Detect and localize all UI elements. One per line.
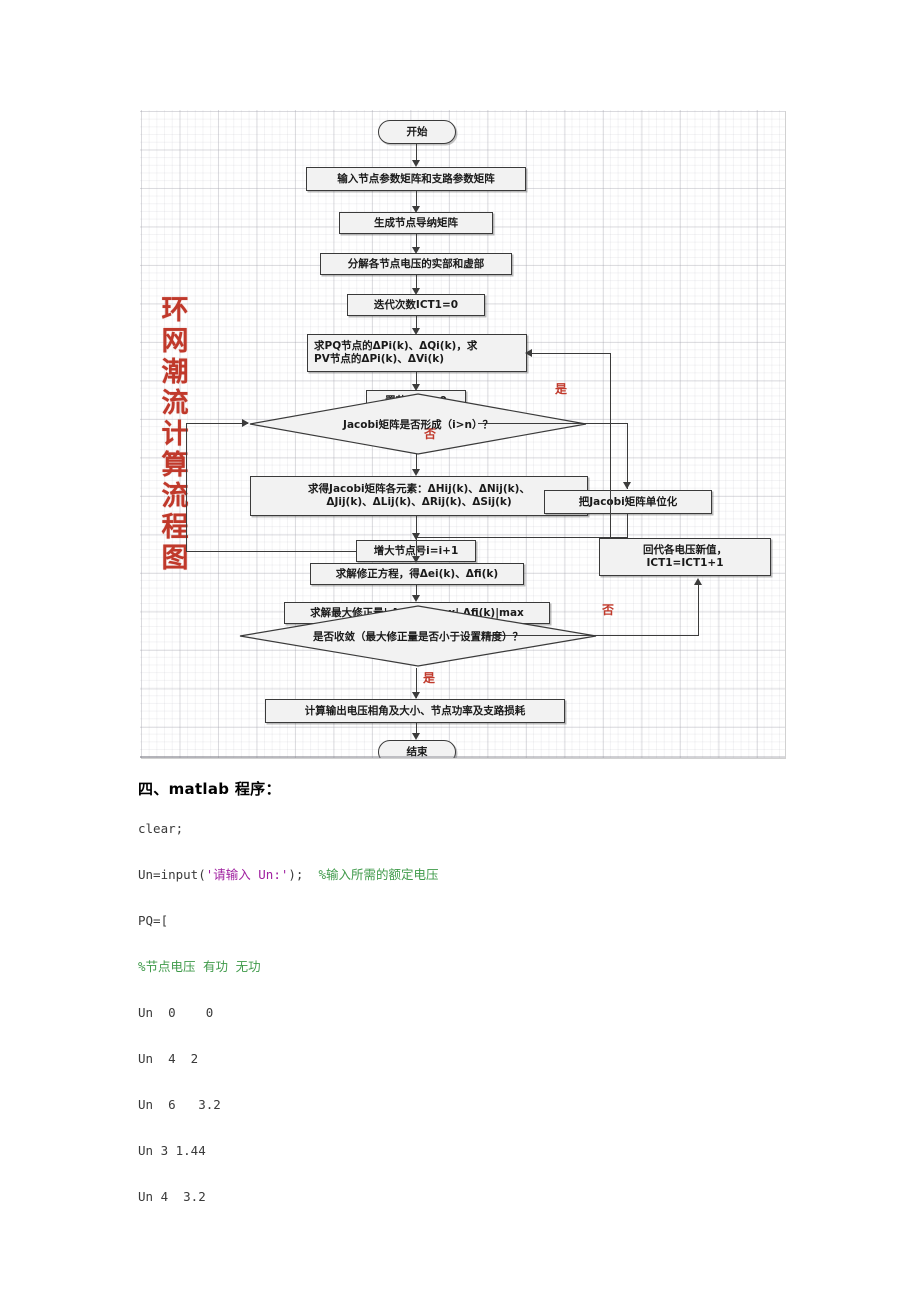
connector-incnode-left (186, 551, 356, 553)
code-line-clear: clear; (138, 821, 184, 836)
node-admittance-matrix: 生成节点导纳矩阵 (339, 212, 493, 234)
connector-loop-up (186, 424, 188, 552)
connector-loop-into-diamond (186, 423, 248, 425)
node-back-substitution: 回代各电压新值， ICT1=ICT1+1 (599, 538, 771, 576)
node-end: 结束 (378, 740, 456, 758)
connector-jacobi-yes-right (478, 423, 628, 425)
code-line-pq-row-5: Un 4 3.2 (138, 1189, 206, 1204)
code-line-pq-open: PQ=[ (138, 913, 169, 928)
document-page: 环网潮流计算流程图 开始 输入节点参数矩阵和支路参数矩阵 生成节点导纳矩阵 分解… (0, 0, 920, 1302)
document-text-body: 四、matlab 程序： clear; Un=input('请输入 Un:');… (138, 778, 838, 1235)
arrow-down (412, 692, 420, 699)
figure-vertical-title: 环网潮流计算流程图 (161, 295, 189, 574)
code-line-un-input: Un=input('请输入 Un:'); %输入所需的额定电压 (138, 867, 838, 883)
arrow-down (412, 469, 420, 476)
node-jacobi-elements: 求得Jacobi矩阵各元素：ΔHij(k)、ΔNij(k)、 ΔJij(k)、Δ… (250, 476, 588, 516)
arrow-down (412, 595, 420, 602)
arrow-down (412, 556, 420, 563)
node-jacobi-unitize: 把Jacobi矩阵单位化 (544, 490, 712, 514)
arrow-down (412, 160, 420, 167)
connector-unitize-to-main (416, 537, 628, 539)
branch-label-jacobi-yes: 是 (555, 382, 568, 396)
code-line-pq-row-1: Un 0 0 (138, 1005, 214, 1020)
code-un-input-string: '请输入 Un:' (205, 867, 289, 882)
connector-backsub-to-deltapq (532, 353, 611, 355)
node-jacobi-elements-line2: ΔJij(k)、ΔLij(k)、ΔRij(k)、ΔSij(k) (326, 496, 512, 508)
arrow-up (694, 578, 702, 585)
decision-converged-label: 是否收敛（最大修正量是否小于设置精度）？ (313, 630, 523, 643)
branch-label-converge-no: 否 (602, 603, 615, 617)
node-solve-correction: 求解修正方程，得Δei(k)、Δfi(k) (310, 563, 524, 585)
code-un-input-prefix: Un=input( (138, 867, 206, 882)
code-un-input-comment: %输入所需的额定电压 (318, 867, 439, 882)
node-back-substitution-line2: ICT1=ICT1+1 (646, 557, 724, 569)
node-input-matrices: 输入节点参数矩阵和支路参数矩阵 (306, 167, 526, 191)
connector-unitize-down (627, 514, 629, 538)
decision-jacobi-formed-label: Jacobi矩阵是否形成（i>n）？ (343, 418, 493, 431)
arrow-left (525, 349, 532, 357)
node-decompose-voltage: 分解各节点电压的实部和虚部 (320, 253, 512, 275)
connector-converge-no-up (698, 584, 700, 636)
node-delta-pq-line2: PV节点的ΔPi(k)、ΔVi(k) (314, 353, 445, 365)
node-output-results: 计算输出电压相角及大小、节点功率及支路损耗 (265, 699, 565, 723)
node-iteration-init: 迭代次数ICT1=0 (347, 294, 485, 316)
connector-backsub-up (610, 353, 612, 539)
node-back-substitution-line1: 回代各电压新值， (643, 544, 727, 556)
node-delta-pq-line1: 求PQ节点的ΔPi(k)、ΔQi(k)，求 (314, 340, 478, 352)
connector-jacobi-yes-down (627, 423, 629, 489)
flowchart-figure: 环网潮流计算流程图 开始 输入节点参数矩阵和支路参数矩阵 生成节点导纳矩阵 分解… (140, 110, 785, 758)
code-line-pq-header-comment: %节点电压 有功 无功 (138, 959, 261, 974)
arrow-right (242, 419, 249, 427)
node-start: 开始 (378, 120, 456, 144)
node-jacobi-elements-line1: 求得Jacobi矩阵各元素：ΔHij(k)、ΔNij(k)、 (308, 483, 530, 495)
code-un-input-suffix: ); (288, 867, 304, 882)
arrow-down (412, 733, 420, 740)
code-line-pq-row-3: Un 6 3.2 (138, 1097, 221, 1112)
section-heading: 四、matlab 程序： (138, 780, 281, 798)
node-delta-pq: 求PQ节点的ΔPi(k)、ΔQi(k)，求 PV节点的ΔPi(k)、ΔVi(k) (307, 334, 527, 372)
code-line-pq-row-4: Un 3 1.44 (138, 1143, 206, 1158)
branch-label-converge-yes: 是 (423, 671, 436, 685)
code-line-pq-row-2: Un 4 2 (138, 1051, 199, 1066)
arrow-down (623, 482, 631, 489)
